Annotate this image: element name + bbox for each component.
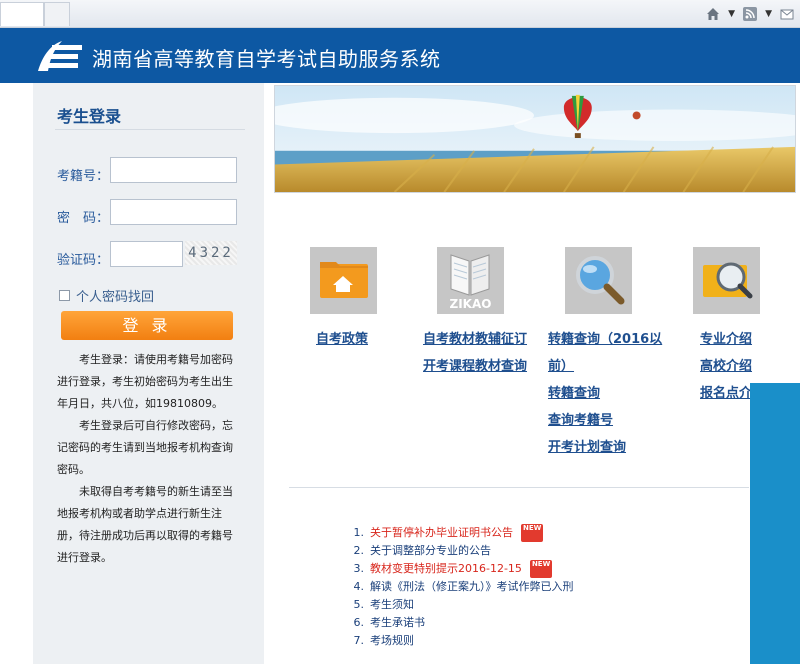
link-textbook-order[interactable]: 自考教材教辅征订 [423,328,527,347]
new-badge: NEW [521,524,544,542]
password-label: 密 码： [57,211,110,226]
password-input[interactable] [110,199,237,225]
list-item[interactable]: 3. 教材变更特别提示2016-12-15 NEW [352,560,574,578]
list-item[interactable]: 4. 解读《刑法（修正案九）》考试作弊已入刑 [352,578,574,596]
list-item[interactable]: 1. 关于暂停补办毕业证明书公告 NEW [352,524,574,542]
captcha-input[interactable] [110,241,183,267]
student-id-input[interactable] [110,157,237,183]
browser-toolbar: ▼ ▼ [0,0,800,28]
zikao-book-icon: ZIKAO [450,254,492,311]
site-logo-icon [38,41,82,71]
login-note: 未取得自考考籍号的新生请至当地报考机构或者助学点进行新生注册，待注册成功后再以取… [57,485,233,564]
major-intro-tile[interactable] [693,247,760,314]
zikao-icon-text: ZIKAO [450,297,492,311]
notice-link[interactable]: 考生承诺书 [370,614,425,632]
notice-number: 4. [353,580,365,593]
list-item[interactable]: 7. 考场规则 [352,632,574,650]
login-title: 考生登录 [57,107,122,126]
home-icon[interactable] [704,5,722,23]
link-major-intro[interactable]: 专业介绍 [700,328,752,347]
captcha-label: 验证码： [57,253,110,268]
login-panel: 考生登录 考籍号： 密 码： 验证码： 4322 个人密码找回 登 录 考生登录… [33,83,264,664]
login-note: 考生登录后可自行修改密码，忘记密码的考生请到当地报考机构查询密码。 [57,419,233,476]
password-recover-checkbox[interactable] [59,290,70,301]
banner-image [274,85,796,193]
mail-icon[interactable] [778,5,796,23]
rss-feed-icon[interactable] [741,5,759,23]
site-title: 湖南省高等教育自学考试自助服务系统 [92,47,441,71]
notice-number: 2. [353,544,365,557]
rss-dropdown-icon[interactable]: ▼ [765,9,772,19]
notice-link[interactable]: 教材变更特别提示2016-12-15 [370,560,522,578]
link-transfer-query-pre2016[interactable]: 转籍查询（2016以 [548,328,662,347]
link-course-textbook-query[interactable]: 开考课程教材查询 [423,355,527,374]
list-item[interactable]: 6. 考生承诺书 [352,614,574,632]
browser-tab-new[interactable] [44,2,70,26]
notice-number: 3. [353,562,365,575]
login-note: 考生登录：请使用考籍号加密码进行登录，考生初始密码为考生出生年月日，共八位，如1… [57,353,233,410]
login-button[interactable]: 登 录 [61,311,233,340]
link-policy[interactable]: 自考政策 [316,328,368,347]
browser-tools: ▼ ▼ [704,3,796,25]
site-header: 湖南省高等教育自学考试自助服务系统 [0,28,800,83]
link-student-id-query[interactable]: 查询考籍号 [548,409,613,428]
link-transfer-query-pre2016-cont[interactable]: 前） [548,355,574,374]
notice-link[interactable]: 考场规则 [370,632,414,650]
notice-number: 5. [353,598,365,611]
notice-link[interactable]: 考生须知 [370,596,414,614]
password-recover-row[interactable]: 个人密码找回 [59,286,154,305]
notice-link[interactable]: 关于调整部分专业的公告 [370,542,491,560]
search-folder-icon [703,262,753,299]
link-college-intro[interactable]: 高校介绍 [700,355,752,374]
browser-tab-active[interactable] [0,2,44,26]
right-side-bar [750,383,800,664]
content-divider [289,487,749,488]
link-transfer-query[interactable]: 转籍查询 [548,382,600,401]
magnifier-icon [576,256,625,305]
captcha-image[interactable]: 4322 [185,241,237,265]
notice-link[interactable]: 解读《刑法（修正案九）》考试作弊已入刑 [370,578,574,596]
notice-number: 6. [353,616,365,629]
student-id-label: 考籍号： [57,169,110,184]
folder-home-icon [320,262,368,298]
link-exam-plan-query[interactable]: 开考计划查询 [548,436,626,455]
transfer-query-tile[interactable] [565,247,632,314]
list-item[interactable]: 5. 考生须知 [352,596,574,614]
notice-list: 1. 关于暂停补办毕业证明书公告 NEW 2. 关于调整部分专业的公告 3. 教材… [352,524,574,650]
notice-link[interactable]: 关于暂停补办毕业证明书公告 [370,524,513,542]
password-recover-label[interactable]: 个人密码找回 [76,286,154,305]
home-dropdown-icon[interactable]: ▼ [728,9,735,19]
link-registration-site-intro[interactable]: 报名点介 [700,382,752,401]
policy-tile[interactable] [310,247,377,314]
login-notes: 考生登录：请使用考籍号加密码进行登录，考生初始密码为考生出生年月日，共八位，如1… [57,349,239,569]
new-badge: NEW [529,560,553,578]
notice-number: 7. [353,634,365,647]
list-item[interactable]: 2. 关于调整部分专业的公告 [352,542,574,560]
login-title-divider [55,129,245,130]
textbook-tile[interactable]: ZIKAO [437,247,504,314]
notice-number: 1. [353,526,365,539]
